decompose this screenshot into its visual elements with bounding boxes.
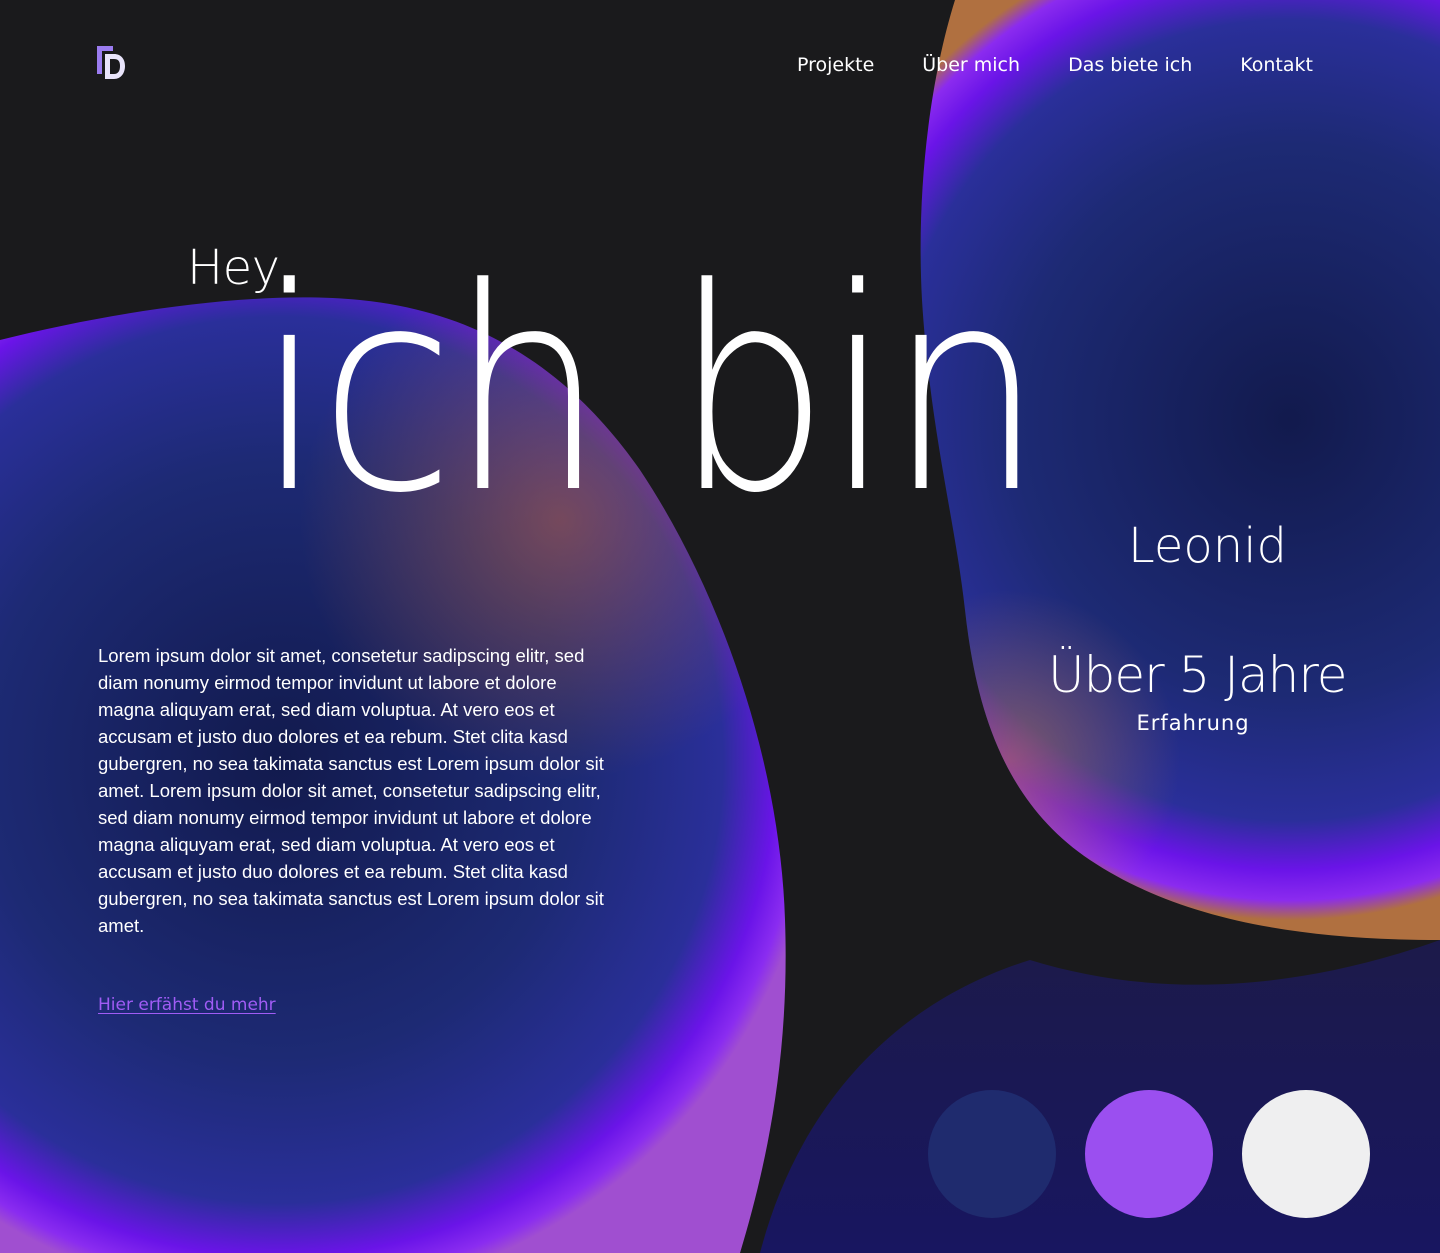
learn-more-link[interactable]: Hier erfähst du mehr (98, 993, 276, 1017)
experience-value: Über 5 Jahre (1048, 646, 1348, 704)
palette-swatch-light (1242, 1090, 1370, 1218)
experience-label: Erfahrung (1136, 711, 1250, 735)
page: Projekte Über mich Das biete ich Kontakt… (0, 0, 1440, 1253)
nav-link-ueber-mich[interactable]: Über mich (922, 53, 1020, 77)
nav-link-das-biete-ich[interactable]: Das biete ich (1068, 53, 1192, 77)
background-gradient-blobs (0, 0, 1440, 1253)
hero-name: Leonid (1128, 518, 1288, 574)
palette-swatch-purple (1085, 1090, 1213, 1218)
hero-headline: ich bin (256, 229, 1044, 555)
monogram-d-logo[interactable] (97, 46, 127, 80)
nav-link-projekte[interactable]: Projekte (797, 53, 874, 77)
main-nav: Projekte Über mich Das biete ich Kontakt (797, 53, 1313, 77)
nav-link-kontakt[interactable]: Kontakt (1240, 53, 1313, 77)
palette-swatch-navy (928, 1090, 1056, 1218)
intro-paragraph: Lorem ipsum dolor sit amet, consetetur s… (98, 645, 604, 936)
